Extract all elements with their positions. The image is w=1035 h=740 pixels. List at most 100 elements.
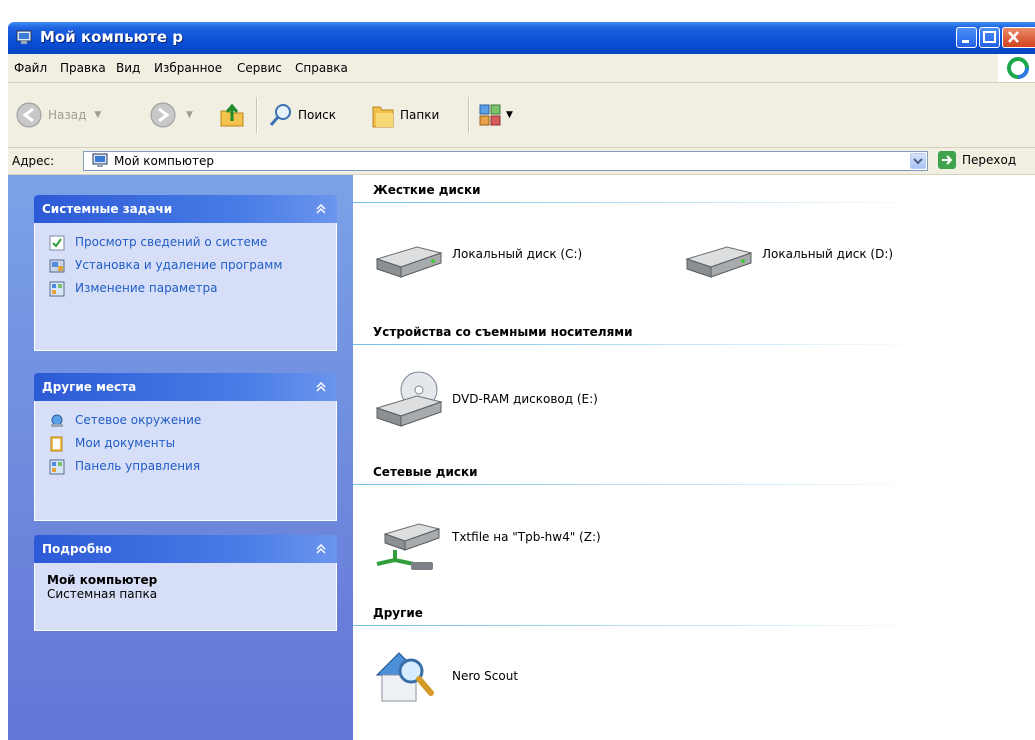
close-button[interactable] — [1002, 27, 1035, 48]
network-drive-icon — [376, 523, 441, 570]
details-title: Подробно — [42, 542, 112, 556]
menu-file[interactable]: Файл — [14, 61, 47, 75]
section-hard-drives: Жесткие диски — [373, 183, 481, 197]
task-pane: Системные задачи Просмотр сведений о сис… — [8, 175, 353, 740]
menu-view[interactable]: Вид — [116, 61, 140, 75]
add-remove-programs-icon — [49, 259, 65, 273]
up-folder-icon — [220, 103, 244, 127]
window-title: Мой компьюте р — [40, 28, 183, 46]
menu-edit[interactable]: Правка — [60, 61, 106, 75]
hard-drive-icon — [375, 246, 443, 278]
go-label: Переход — [962, 153, 1017, 167]
forward-dropdown-icon[interactable]: ▼ — [186, 110, 193, 120]
nero-scout[interactable]: Nero Scout — [373, 641, 673, 713]
section-network: Сетевые диски — [373, 465, 478, 479]
hard-drive-icon — [685, 246, 753, 278]
details-body: Мой компьютер Системная папка — [34, 563, 337, 631]
folders-button[interactable]: Папки — [370, 99, 439, 131]
forward-button[interactable]: ▼ — [148, 99, 193, 131]
network-places-icon — [51, 414, 63, 427]
toolbar: Назад ▼ ▼ Поиск Папки ▼ — [8, 83, 1035, 148]
section-divider — [353, 484, 1035, 485]
minimize-icon — [962, 40, 969, 43]
back-dropdown-icon[interactable]: ▼ — [94, 110, 101, 120]
other-places-header[interactable]: Другие места — [34, 373, 337, 401]
search-icon — [269, 104, 291, 126]
folders-icon — [372, 106, 394, 128]
back-button[interactable]: Назад ▼ — [14, 99, 101, 131]
drive-label: Локальный диск (C:) — [452, 247, 583, 261]
control-panel-icon — [49, 459, 65, 475]
task-add-remove-programs[interactable]: Установка и удаление программ — [47, 258, 326, 273]
search-button[interactable]: Поиск — [268, 99, 336, 131]
system-tasks-header[interactable]: Системные задачи — [34, 195, 337, 223]
menu-help[interactable]: Справка — [295, 61, 348, 75]
details-type: Системная папка — [47, 587, 158, 601]
section-removable: Устройства со съемными носителями — [373, 325, 633, 339]
address-label: Адрес: — [12, 154, 55, 168]
views-button[interactable]: ▼ — [478, 99, 513, 131]
place-label: Панель управления — [75, 459, 201, 473]
system-tasks-group: Системные задачи Просмотр сведений о сис… — [34, 195, 337, 351]
search-label: Поиск — [298, 108, 337, 122]
other-places-title: Другие места — [42, 380, 137, 394]
dvd-drive-icon — [375, 371, 443, 427]
views-dropdown-icon: ▼ — [506, 110, 513, 120]
drive-label: Txtfile на "Tpb-hw4" (Z:) — [452, 530, 601, 544]
toolbar-separator — [468, 97, 469, 133]
address-bar: Адрес: Мой компьютер Переход — [8, 148, 1035, 175]
go-arrow-icon — [938, 151, 956, 169]
title-bar: Мой компьюте р — [8, 22, 1035, 54]
place-label: Мои документы — [75, 436, 176, 450]
other-places-group: Другие места Сетевое окружение Мои докум… — [34, 373, 337, 521]
up-folder-button[interactable] — [218, 99, 246, 131]
address-input[interactable]: Мой компьютер — [83, 151, 928, 171]
menu-tools[interactable]: Сервис — [237, 61, 282, 75]
details-group: Подробно Мой компьютер Системная папка — [34, 535, 337, 631]
control-panel-icon — [49, 281, 65, 297]
drive-c[interactable]: Локальный диск (C:) — [373, 237, 633, 287]
place-control-panel[interactable]: Панель управления — [47, 459, 326, 475]
toolbar-separator — [256, 97, 257, 133]
address-dropdown-button[interactable] — [910, 153, 926, 169]
place-my-documents[interactable]: Мои документы — [47, 436, 326, 452]
forward-arrow-icon — [150, 102, 176, 128]
place-network[interactable]: Сетевое окружение — [47, 413, 326, 428]
section-other: Другие — [373, 606, 423, 620]
details-header[interactable]: Подробно — [34, 535, 337, 563]
system-tasks-title: Системные задачи — [42, 202, 173, 216]
drive-d[interactable]: Локальный диск (D:) — [683, 237, 943, 287]
drive-e[interactable]: DVD-RAM дисковод (E:) — [373, 368, 673, 434]
item-label: Nero Scout — [452, 669, 519, 683]
task-change-setting[interactable]: Изменение параметра — [47, 281, 326, 297]
menu-favorites[interactable]: Избранное — [154, 61, 222, 75]
system-info-icon — [49, 235, 65, 251]
drive-label: DVD-RAM дисковод (E:) — [452, 392, 598, 406]
go-button[interactable]: Переход — [938, 151, 1016, 169]
place-label: Сетевое окружение — [75, 413, 202, 427]
nero-scout-icon — [375, 652, 434, 702]
task-view-system-info[interactable]: Просмотр сведений о системе — [47, 235, 326, 251]
drive-z[interactable]: Txtfile на "Tpb-hw4" (Z:) — [373, 520, 673, 580]
other-places-body: Сетевое окружение Мои документы Панель у… — [34, 401, 337, 521]
windows-logo — [998, 54, 1035, 82]
task-label: Установка и удаление программ — [75, 258, 283, 272]
collapse-chevron-icon[interactable] — [313, 379, 329, 395]
folders-label: Папки — [400, 108, 440, 122]
maximize-icon — [983, 31, 996, 43]
minimize-button[interactable] — [956, 27, 977, 48]
windows-logo-icon — [1007, 57, 1029, 79]
address-value: Мой компьютер — [114, 154, 214, 168]
section-divider — [353, 202, 1035, 203]
section-divider — [353, 344, 1035, 345]
details-name: Мой компьютер — [47, 573, 158, 587]
maximize-button[interactable] — [979, 27, 1000, 48]
collapse-chevron-icon[interactable] — [313, 541, 329, 557]
my-documents-icon — [50, 436, 63, 452]
collapse-chevron-icon[interactable] — [313, 201, 329, 217]
drive-label: Локальный диск (D:) — [762, 247, 894, 261]
my-computer-icon — [16, 30, 32, 44]
task-label: Просмотр сведений о системе — [75, 235, 268, 249]
chevron-down-icon — [913, 158, 923, 165]
content-pane: Жесткие диски Локальный диск (C:) Локаль… — [353, 175, 1035, 740]
